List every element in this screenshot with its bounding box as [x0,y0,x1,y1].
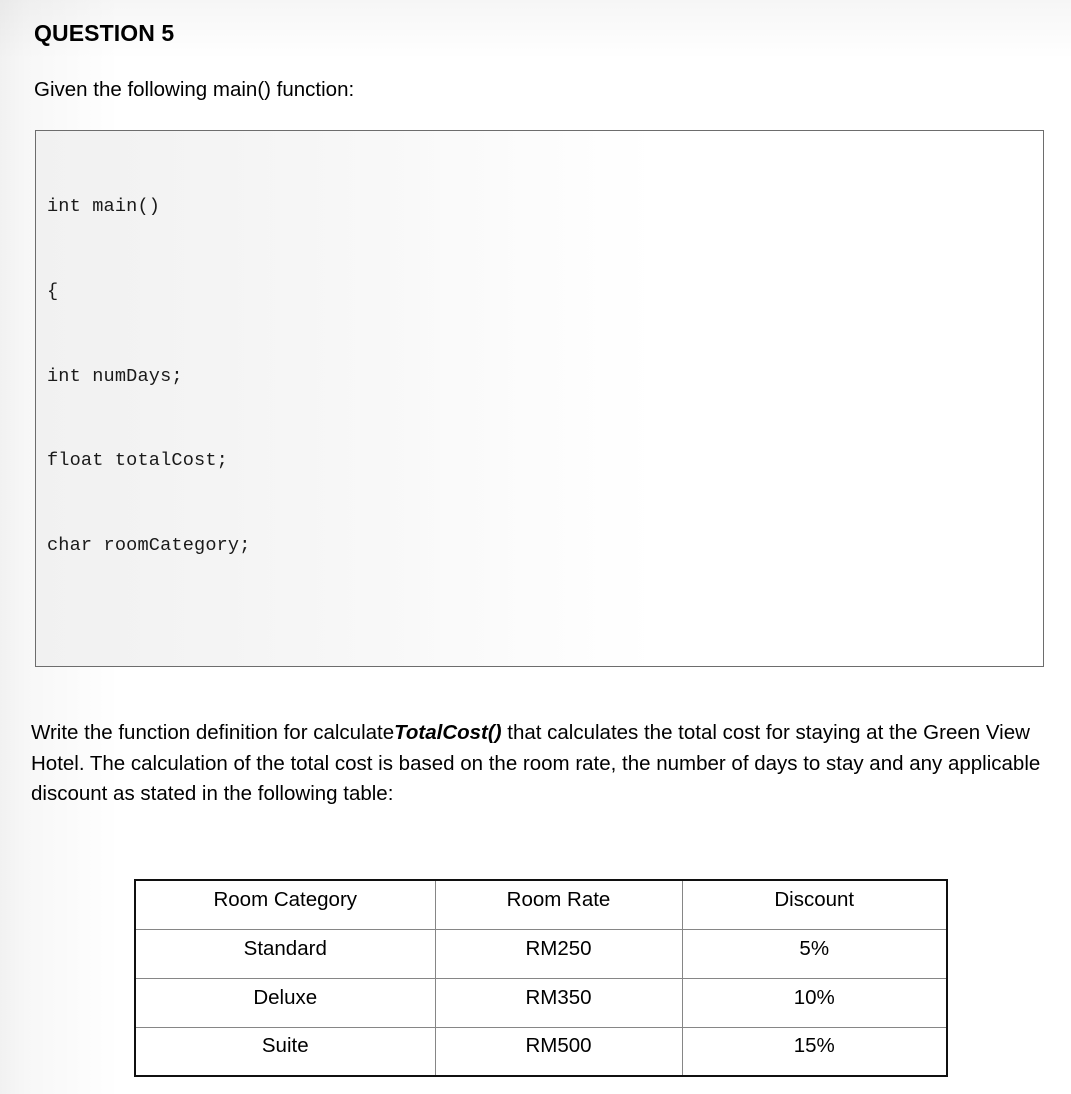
cell-room-rate: RM250 [434,928,683,979]
cell-discount: 15% [681,1026,948,1077]
cell-room-category: Deluxe [134,977,436,1028]
code-line: float totalCost; [47,450,228,472]
instruction-paragraph: Write the function definition for calcul… [31,718,1041,810]
column-header-discount: Discount [681,879,948,930]
column-header-room-category: Room Category [134,879,436,930]
table-row: Deluxe RM350 10% [134,977,948,1028]
cell-room-category: Suite [134,1026,436,1077]
code-line: int numDays; [47,365,183,387]
code-block: int main() { int numDays; float totalCos… [35,130,1044,667]
table-row: Suite RM500 15% [134,1026,948,1077]
table-row: Standard RM250 5% [134,928,948,979]
cell-discount: 5% [681,928,948,979]
instruction-text-before: Write the function definition for calcul… [31,721,395,744]
intro-text: Given the following main() function: [34,78,355,101]
code-listing: int main() { int numDays; float totalCos… [36,131,1043,666]
page-title: QUESTION 5 [34,20,175,46]
function-name-emphasis: TotalCost() [394,721,502,744]
cell-room-rate: RM350 [434,977,683,1028]
code-line: char roomCategory; [47,534,251,556]
code-line: { [47,281,59,303]
column-header-room-rate: Room Rate [434,879,683,930]
cell-room-rate: RM500 [434,1026,683,1077]
room-rate-table: Room Category Room Rate Discount Standar… [134,879,948,1077]
cell-room-category: Standard [134,928,436,979]
table-header-row: Room Category Room Rate Discount [134,879,948,930]
cell-discount: 10% [681,977,948,1028]
code-line: int main() [47,196,161,218]
